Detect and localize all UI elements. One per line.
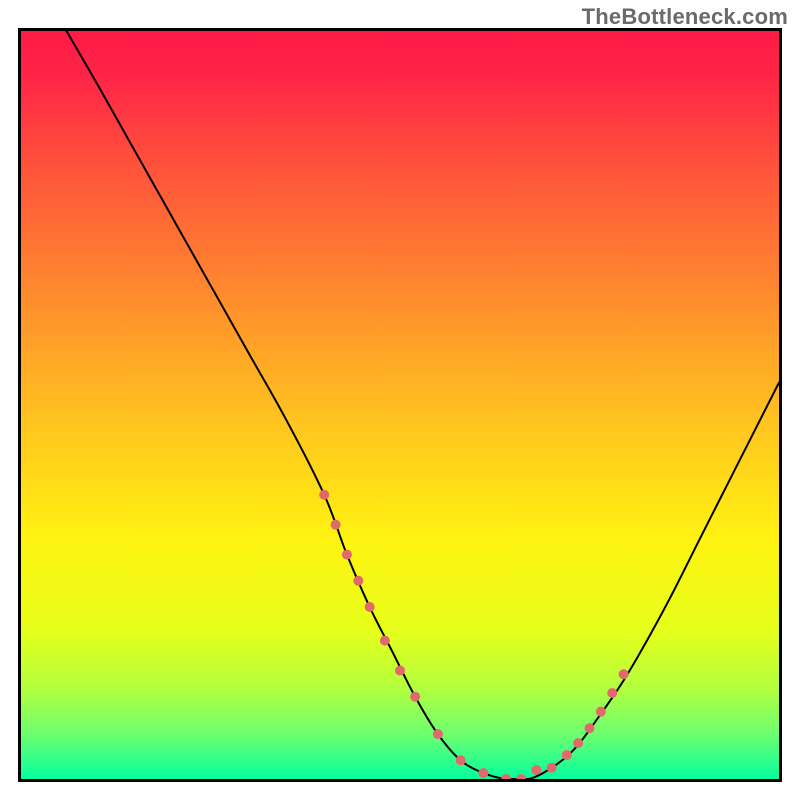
data-marker: [380, 636, 390, 646]
data-marker: [607, 688, 617, 698]
data-marker: [353, 576, 363, 586]
data-marker: [531, 765, 541, 775]
data-marker: [619, 669, 629, 679]
data-marker: [547, 763, 557, 773]
data-marker: [433, 729, 443, 739]
data-marker: [585, 723, 595, 733]
data-marker: [456, 755, 466, 765]
chart-frame: TheBottleneck.com: [0, 0, 800, 800]
data-marker: [410, 692, 420, 702]
data-marker: [342, 550, 352, 560]
data-marker: [562, 750, 572, 760]
data-marker: [596, 707, 606, 717]
data-marker: [573, 738, 583, 748]
plot-svg: [18, 28, 782, 782]
data-marker: [365, 602, 375, 612]
data-marker: [395, 666, 405, 676]
data-marker: [478, 768, 488, 778]
data-marker: [319, 490, 329, 500]
plot-area: [18, 28, 782, 782]
data-marker: [331, 520, 341, 530]
watermark-text: TheBottleneck.com: [582, 4, 788, 30]
